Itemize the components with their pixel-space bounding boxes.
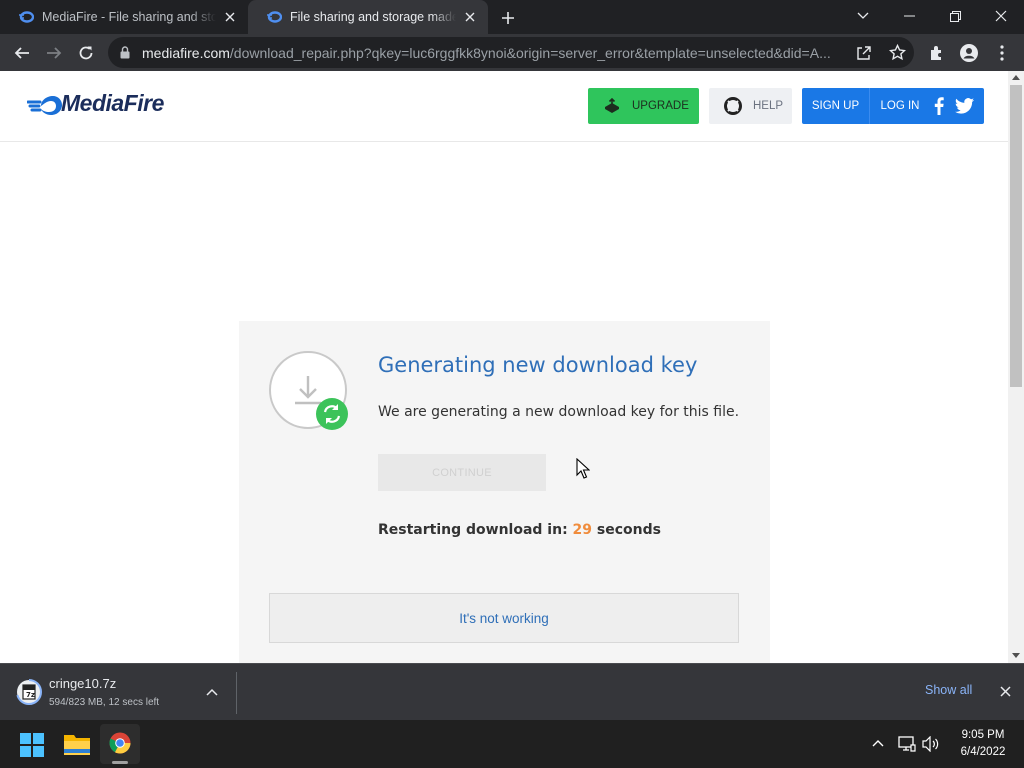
tab-title: File sharing and storage made simple [290,10,456,24]
minimize-icon[interactable] [886,0,932,32]
forward-arrow-icon[interactable] [43,42,65,64]
extensions-puzzle-icon[interactable] [926,42,948,64]
auth-button-group: SIGN UP LOG IN [802,88,984,124]
facebook-icon[interactable] [934,97,944,115]
download-options-chevron-up-icon[interactable] [206,688,218,696]
restart-countdown: Restarting download in: 29 seconds [378,522,661,538]
windows-start-icon[interactable] [20,733,44,757]
browser-toolbar: mediafire.com/download_repair.php?qkey=l… [0,34,1024,71]
url-text: mediafire.com/download_repair.php?qkey=l… [142,45,831,61]
share-icon[interactable] [856,45,872,61]
reload-icon[interactable] [75,42,97,64]
restore-icon[interactable] [932,0,978,32]
site-header: MediaFire UPGRADE HELP SIGN UP LOG IN [0,71,1008,142]
mediafire-favicon-icon [18,9,34,25]
web-page: MediaFire UPGRADE HELP SIGN UP LOG IN Ge… [0,71,1024,663]
download-item[interactable]: 7z cringe10.7z 594/823 MB, 12 secs left [0,664,236,720]
restart-suffix: seconds [592,522,661,538]
download-key-card: Generating new download key We are gener… [239,321,770,663]
svg-text:7z: 7z [26,691,35,699]
windows-taskbar: 9:05 PM 6/4/2022 [0,720,1024,768]
help-button[interactable]: HELP [709,88,792,124]
tab-file-sharing[interactable]: File sharing and storage made simple [248,0,488,34]
address-bar[interactable]: mediafire.com/download_repair.php?qkey=l… [108,37,914,68]
tab-close-icon[interactable] [462,9,478,25]
show-all-button[interactable]: Show all [925,683,972,697]
network-icon[interactable] [898,736,916,752]
tab-mediafire[interactable]: MediaFire - File sharing and storage mad… [0,0,248,34]
close-shelf-icon[interactable] [1000,686,1011,697]
log-in-button[interactable]: LOG IN [870,88,930,124]
help-label: HELP [753,100,784,112]
page-scrollbar[interactable] [1008,71,1024,663]
continue-button[interactable]: CONTINUE [378,454,546,491]
not-working-button[interactable]: It's not working [269,593,739,643]
chrome-taskbar-button[interactable] [100,724,140,764]
tab-search-chevron-icon[interactable] [840,0,886,32]
download-refresh-icon [269,351,351,433]
twitter-icon[interactable] [955,98,974,114]
tab-strip: MediaFire - File sharing and storage mad… [0,0,1024,34]
upgrade-label: UPGRADE [632,100,689,112]
card-description: We are generating a new download key for… [378,404,740,420]
mouse-cursor-icon [576,458,590,479]
scroll-down-arrow-icon[interactable] [1012,653,1020,658]
sign-up-button[interactable]: SIGN UP [802,88,870,124]
tab-close-icon[interactable] [222,9,238,25]
clock-date[interactable]: 6/4/2022 [948,746,1018,758]
upgrade-button[interactable]: UPGRADE [588,88,699,124]
lock-icon[interactable] [120,46,130,59]
bookmark-star-icon[interactable] [889,44,906,61]
countdown-seconds: 29 [572,522,593,538]
mediafire-logo-icon[interactable] [27,93,63,119]
active-app-indicator [112,761,128,764]
browser-menu-icon[interactable] [991,42,1013,64]
file-explorer-icon[interactable] [64,733,90,755]
scroll-thumb[interactable] [1010,85,1022,387]
shelf-divider [236,672,237,714]
mediafire-favicon-icon [266,9,282,25]
tab-title: MediaFire - File sharing and storage mad… [42,10,216,24]
window-close-icon[interactable] [978,0,1024,32]
download-status: 594/823 MB, 12 secs left [49,697,160,708]
clock-time[interactable]: 9:05 PM [948,729,1018,741]
tray-overflow-chevron-icon[interactable] [872,739,884,747]
scroll-up-arrow-icon[interactable] [1012,75,1020,80]
download-shelf: 7z cringe10.7z 594/823 MB, 12 secs left … [0,663,1024,720]
upgrade-icon [604,98,620,114]
volume-speaker-icon[interactable] [922,736,940,752]
logo-wordmark[interactable]: MediaFire [61,90,164,117]
7z-archive-file-icon: 7z [16,679,42,705]
restart-prefix: Restarting download in: [378,522,573,538]
download-file-name: cringe10.7z [49,676,117,691]
back-arrow-icon[interactable] [11,42,33,64]
card-title: Generating new download key [378,353,698,377]
lifebuoy-icon [724,97,742,115]
new-tab-plus-icon[interactable] [498,8,518,28]
chrome-icon [109,732,131,754]
profile-avatar-icon[interactable] [958,42,980,64]
